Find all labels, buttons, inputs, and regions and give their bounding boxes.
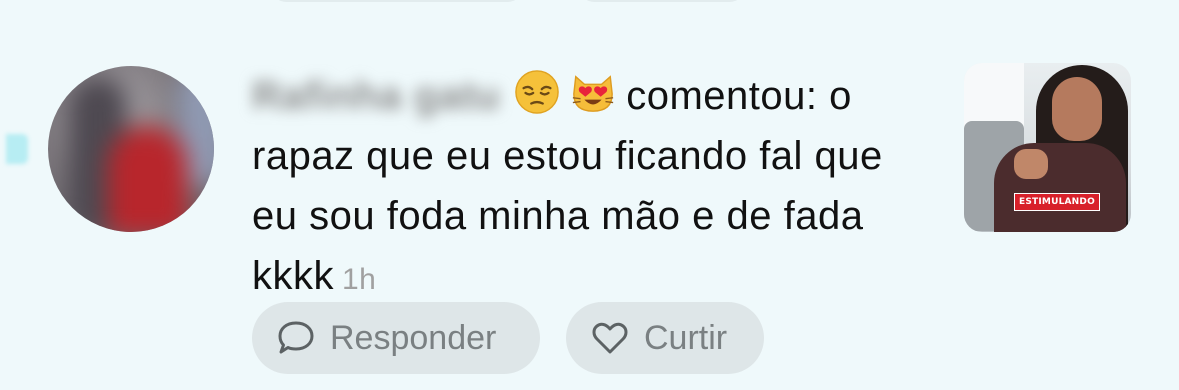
username[interactable]: Rafinha gatu [252,66,500,126]
unread-indicator [6,134,28,164]
thumbnail-caption: ESTIMULANDO [1014,193,1100,211]
avatar[interactable] [48,66,214,232]
heart-eyes-cat-emoji-icon [570,69,616,115]
previous-item-button-fragment [272,0,522,2]
heart-icon [590,318,630,358]
timestamp: 1h [342,263,377,296]
notification-actions: Responder Curtir [252,302,764,374]
like-label: Curtir [644,318,728,357]
notification-content[interactable]: Rafinha gatu comentou: o rapaz que eu es… [252,66,912,310]
reply-button[interactable]: Responder [252,302,540,374]
video-thumbnail[interactable]: ESTIMULANDO [964,63,1131,232]
like-button[interactable]: Curtir [566,302,764,374]
speech-bubble-icon [276,318,316,358]
reply-label: Responder [330,318,497,357]
previous-item-button-fragment [580,0,744,2]
pensive-face-emoji-icon [514,69,560,115]
comment-text: Rafinha gatu comentou: o rapaz que eu es… [252,66,912,310]
